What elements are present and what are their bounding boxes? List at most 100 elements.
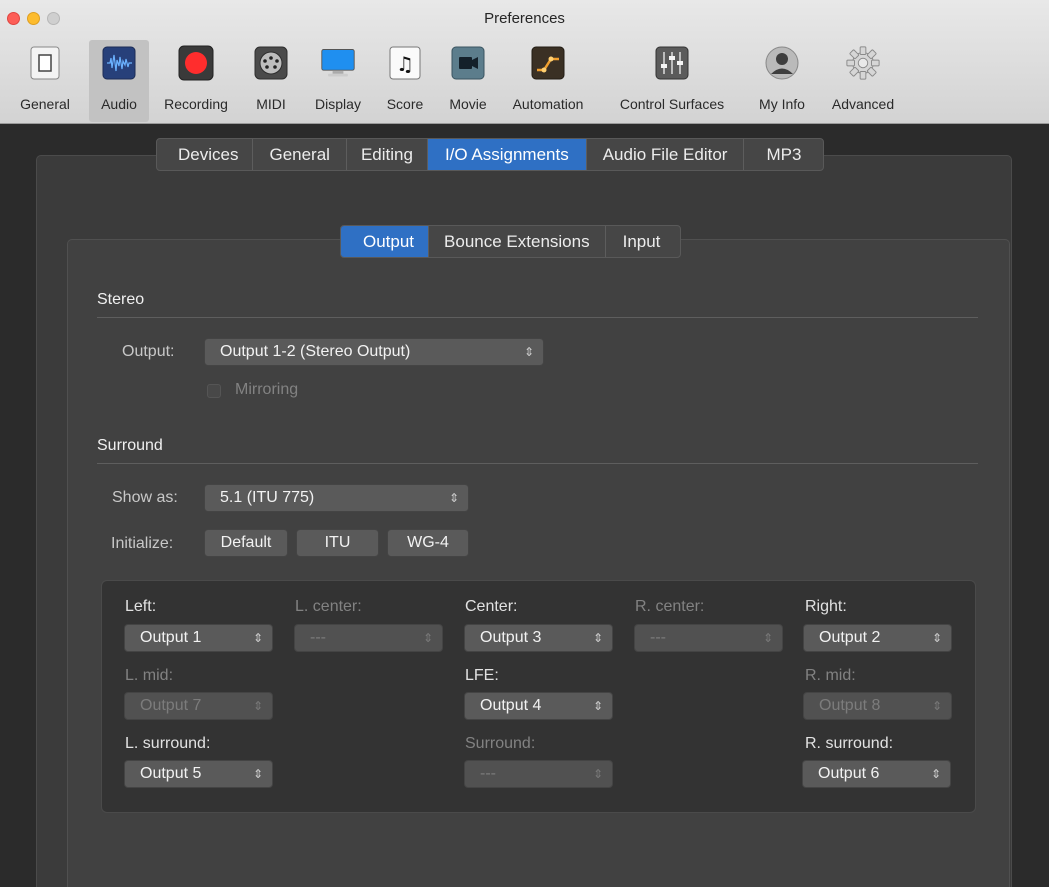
movie-icon	[450, 45, 486, 81]
right-label: Right:	[805, 598, 847, 615]
toolbar-automation[interactable]: Automation	[502, 40, 594, 122]
left-channel-value: Output 1	[140, 629, 202, 646]
right-channel-value: Output 2	[819, 629, 881, 646]
stereo-section-title: Stereo	[97, 291, 145, 308]
updown-chevron-icon: ⇕	[592, 767, 603, 781]
toolbar-score[interactable]: ♫ Score	[379, 40, 431, 122]
toolbar-automation-label: Automation	[512, 96, 584, 112]
toolbar-movie-label: Movie	[449, 96, 487, 112]
updown-chevron-icon: ⇕	[930, 767, 941, 781]
surround-divider	[97, 463, 978, 464]
tab-io-assignments[interactable]: I/O Assignments	[427, 139, 587, 170]
mirroring-checkbox[interactable]	[207, 384, 221, 398]
toolbar-midi[interactable]: MIDI	[245, 40, 297, 122]
window-titlebar: Preferences General Audio Recording MIDI	[0, 0, 1049, 124]
stereo-output-value: Output 1-2 (Stereo Output)	[220, 343, 411, 360]
toolbar-advanced[interactable]: Advanced	[820, 40, 906, 122]
updown-chevron-icon: ⇕	[523, 345, 534, 359]
updown-chevron-icon: ⇕	[592, 699, 603, 713]
audio-icon	[101, 45, 137, 81]
toolbar-movie[interactable]: Movie	[438, 40, 498, 122]
center-channel-value: Output 3	[480, 629, 542, 646]
updown-chevron-icon: ⇕	[252, 631, 263, 645]
window-title: Preferences	[484, 10, 565, 27]
tab-general[interactable]: General	[253, 139, 347, 170]
svg-text:♫: ♫	[396, 52, 414, 76]
updown-chevron-icon: ⇕	[931, 631, 942, 645]
r-center-label: R. center:	[635, 598, 705, 615]
center-channel-select[interactable]: Output 3 ⇕	[464, 624, 613, 652]
toolbar-recording[interactable]: Recording	[152, 40, 240, 122]
l-mid-channel-select[interactable]: Output 7 ⇕	[124, 692, 273, 720]
tab-editing[interactable]: Editing	[347, 139, 428, 170]
l-surround-channel-select[interactable]: Output 5 ⇕	[124, 760, 273, 788]
stereo-output-label: Output:	[122, 343, 175, 360]
io-subtabs: Output Bounce Extensions Input	[340, 225, 682, 258]
toolbar-control-surfaces-label: Control Surfaces	[619, 96, 725, 112]
tab-devices[interactable]: Devices	[157, 139, 254, 170]
stereo-divider	[97, 317, 978, 318]
updown-chevron-icon: ⇕	[762, 631, 773, 645]
surround-section-title: Surround	[97, 437, 163, 454]
toolbar-audio[interactable]: Audio	[89, 40, 149, 122]
initialize-itu-button[interactable]: ITU	[296, 529, 379, 557]
general-icon	[27, 45, 63, 81]
l-center-label: L. center:	[295, 598, 362, 615]
display-icon	[320, 45, 356, 81]
r-surround-label: R. surround:	[805, 735, 894, 752]
subtab-bounce-extensions[interactable]: Bounce Extensions	[429, 226, 606, 257]
subtab-output[interactable]: Output	[341, 226, 430, 257]
r-mid-channel-select[interactable]: Output 8 ⇕	[803, 692, 952, 720]
toolbar-audio-label: Audio	[101, 96, 137, 112]
updown-chevron-icon: ⇕	[931, 699, 942, 713]
subtab-input[interactable]: Input	[606, 226, 681, 257]
l-center-channel-select[interactable]: --- ⇕	[294, 624, 443, 652]
toolbar-advanced-label: Advanced	[831, 96, 895, 112]
toolbar-my-info-label: My Info	[759, 96, 805, 112]
toolbar-midi-label: MIDI	[256, 96, 286, 112]
toolbar-display-label: Display	[315, 96, 361, 112]
left-channel-select[interactable]: Output 1 ⇕	[124, 624, 273, 652]
toolbar-my-info[interactable]: My Info	[748, 40, 816, 122]
r-center-channel-select[interactable]: --- ⇕	[634, 624, 783, 652]
l-mid-label: L. mid:	[125, 667, 174, 684]
updown-chevron-icon: ⇕	[592, 631, 603, 645]
mirroring-label: Mirroring	[235, 381, 299, 398]
surround-label: Surround:	[465, 735, 536, 752]
toolbar-recording-label: Recording	[164, 96, 228, 112]
left-label: Left:	[125, 598, 157, 615]
surround-channel-value: ---	[480, 765, 496, 782]
stereo-output-select[interactable]: Output 1-2 (Stereo Output) ⇕	[204, 338, 544, 366]
l-surround-channel-value: Output 5	[140, 765, 202, 782]
initialize-wg4-button[interactable]: WG-4	[387, 529, 469, 557]
toolbar-general-label: General	[20, 96, 70, 112]
l-mid-channel-value: Output 7	[140, 697, 202, 714]
r-mid-channel-value: Output 8	[819, 697, 881, 714]
right-channel-select[interactable]: Output 2 ⇕	[803, 624, 952, 652]
r-surround-channel-select[interactable]: Output 6 ⇕	[802, 760, 951, 788]
midi-icon	[253, 45, 289, 81]
updown-chevron-icon: ⇕	[252, 767, 263, 781]
lfe-label: LFE:	[465, 667, 499, 684]
show-as-select[interactable]: 5.1 (ITU 775) ⇕	[204, 484, 469, 512]
score-icon: ♫	[387, 45, 423, 81]
initialize-default-button[interactable]: Default	[204, 529, 288, 557]
my-info-icon	[764, 45, 800, 81]
center-label: Center:	[465, 598, 518, 615]
toolbar-display[interactable]: Display	[304, 40, 372, 122]
toolbar-general[interactable]: General	[10, 40, 80, 122]
surround-channel-select[interactable]: --- ⇕	[464, 760, 613, 788]
show-as-value: 5.1 (ITU 775)	[220, 489, 315, 506]
toolbar-control-surfaces[interactable]: Control Surfaces	[603, 40, 741, 122]
r-center-channel-value: ---	[650, 629, 666, 646]
toolbar-score-label: Score	[386, 96, 424, 112]
lfe-channel-select[interactable]: Output 4 ⇕	[464, 692, 613, 720]
tab-audio-file-editor[interactable]: Audio File Editor	[587, 139, 745, 170]
advanced-icon	[845, 45, 881, 81]
tab-mp3[interactable]: MP3	[744, 139, 823, 170]
show-as-label: Show as:	[112, 489, 178, 506]
r-surround-channel-value: Output 6	[818, 765, 880, 782]
lfe-channel-value: Output 4	[480, 697, 542, 714]
updown-chevron-icon: ⇕	[422, 631, 433, 645]
updown-chevron-icon: ⇕	[252, 699, 263, 713]
